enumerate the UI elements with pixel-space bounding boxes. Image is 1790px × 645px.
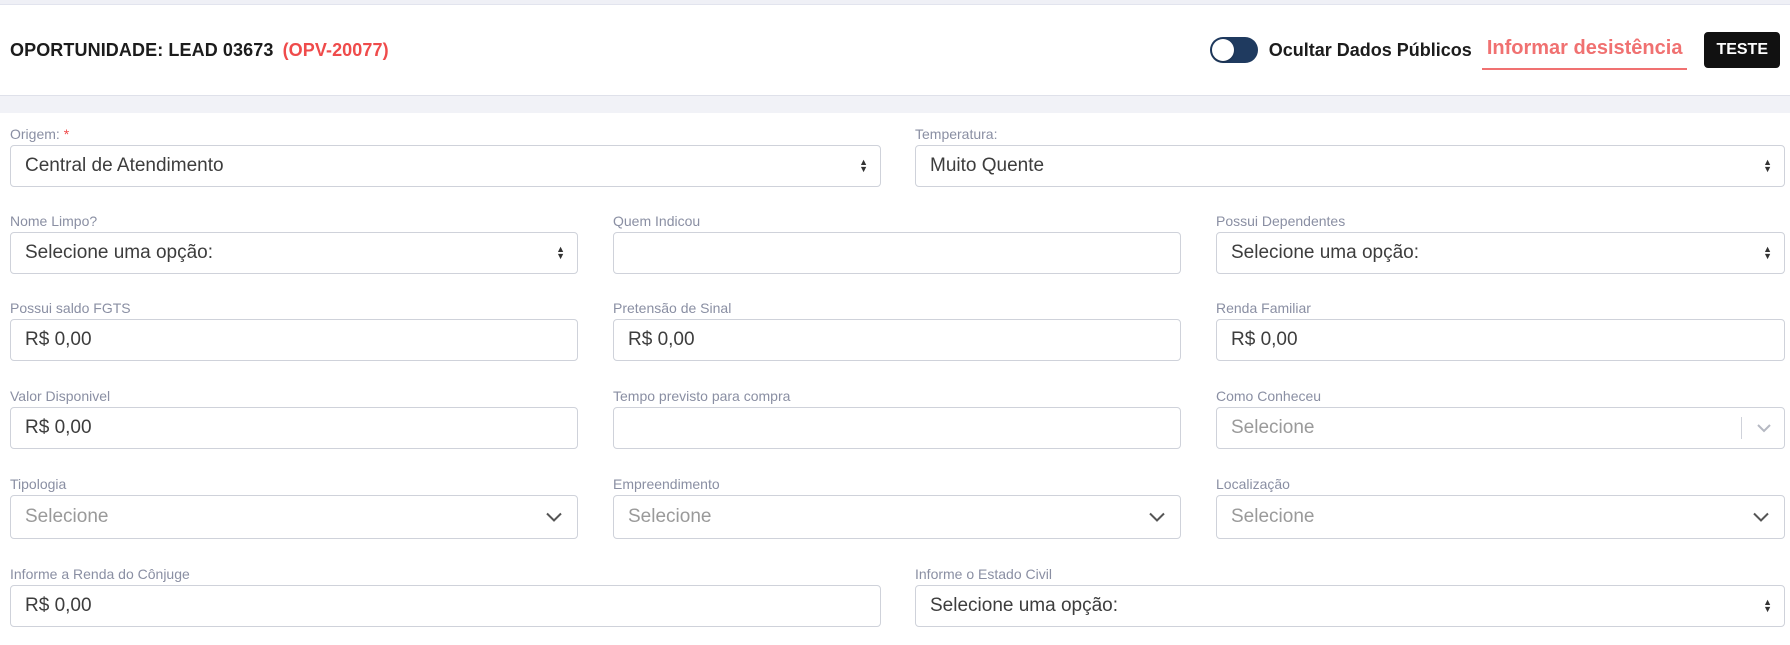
report-withdrawal-link[interactable]: Informar desistência [1481, 31, 1688, 70]
renda-familiar-input[interactable]: R$ 0,00 [1216, 319, 1785, 361]
section-gap [0, 96, 1790, 113]
pretensao-sinal-label: Pretensão de Sinal [613, 300, 732, 316]
chevron-down-icon [1757, 424, 1771, 433]
nome-limpo-value: Selecione uma opção: [25, 242, 214, 263]
valor-disponivel-input[interactable]: R$ 0,00 [10, 407, 578, 449]
renda-conjuge-value: R$ 0,00 [25, 595, 92, 616]
sort-arrows-icon: ▲ ▼ [1763, 597, 1772, 614]
tipologia-placeholder: Selecione [25, 506, 109, 527]
localizacao-placeholder: Selecione [1231, 506, 1315, 527]
temperatura-select[interactable]: Muito Quente ▲ ▼ [915, 145, 1785, 187]
possui-dependentes-label: Possui Dependentes [1216, 213, 1346, 229]
field-valor-disponivel: Valor Disponivel R$ 0,00 [10, 388, 578, 449]
localizacao-label: Localização [1216, 476, 1290, 492]
field-como-conheceu: Como Conheceu Selecione [1216, 388, 1785, 449]
hide-public-data-toggle[interactable] [1209, 37, 1258, 63]
pretensao-sinal-value: R$ 0,00 [628, 329, 695, 350]
como-conheceu-placeholder: Selecione [1231, 417, 1315, 438]
localizacao-select[interactable]: Selecione [1216, 495, 1785, 539]
field-origem: Origem: * Central de Atendimento ▲ ▼ [10, 126, 881, 187]
sort-arrows-icon: ▲ ▼ [1763, 244, 1772, 261]
empreendimento-select[interactable]: Selecione [613, 495, 1181, 539]
como-conheceu-label: Como Conheceu [1216, 388, 1322, 404]
teste-button[interactable]: TESTE [1704, 32, 1780, 68]
field-nome-limpo: Nome Limpo? Selecione uma opção: ▲ ▼ [10, 213, 578, 274]
field-estado-civil: Informe o Estado Civil Selecione uma opç… [915, 566, 1785, 627]
chevron-down-icon [1149, 512, 1165, 522]
field-tempo-previsto: Tempo previsto para compra [613, 388, 1181, 449]
tipologia-label: Tipologia [10, 476, 67, 492]
valor-disponivel-label: Valor Disponivel [10, 388, 111, 404]
nome-limpo-select[interactable]: Selecione uma opção: ▲ ▼ [10, 232, 578, 274]
field-temperatura: Temperatura: Muito Quente ▲ ▼ [915, 126, 1785, 187]
estado-civil-label: Informe o Estado Civil [915, 566, 1052, 582]
estado-civil-value: Selecione uma opção: [930, 595, 1119, 616]
empreendimento-placeholder: Selecione [628, 506, 712, 527]
renda-familiar-label: Renda Familiar [1216, 300, 1311, 316]
field-quem-indicou: Quem Indicou [613, 213, 1181, 274]
opportunity-code: (OPV-20077) [282, 39, 389, 60]
possui-dependentes-value: Selecione uma opção: [1231, 242, 1420, 263]
tipologia-select[interactable]: Selecione [10, 495, 578, 539]
tempo-previsto-input[interactable] [613, 407, 1181, 449]
temperatura-value: Muito Quente [930, 155, 1045, 176]
temperatura-label: Temperatura: [915, 126, 998, 142]
hide-public-data-label: Ocultar Dados Públicos [1268, 39, 1472, 60]
origem-label: Origem: * [10, 126, 70, 142]
origem-value: Central de Atendimento [25, 155, 224, 176]
tempo-previsto-label: Tempo previsto para compra [613, 388, 791, 404]
saldo-fgts-value: R$ 0,00 [25, 329, 92, 350]
field-possui-dependentes: Possui Dependentes Selecione uma opção: … [1216, 213, 1785, 274]
pretensao-sinal-input[interactable]: R$ 0,00 [613, 319, 1181, 361]
select-separator [1741, 417, 1742, 439]
como-conheceu-select[interactable]: Selecione [1216, 407, 1785, 449]
sort-arrows-icon: ▲ ▼ [1763, 157, 1772, 174]
toggle-knob [1211, 39, 1234, 61]
valor-disponivel-value: R$ 0,00 [25, 417, 92, 438]
field-localizacao: Localização Selecione [1216, 476, 1785, 539]
quem-indicou-label: Quem Indicou [613, 213, 701, 229]
estado-civil-select[interactable]: Selecione uma opção: ▲ ▼ [915, 585, 1785, 627]
sort-arrows-icon: ▲ ▼ [859, 157, 868, 174]
sort-arrows-icon: ▲ ▼ [556, 244, 565, 261]
header-actions: Ocultar Dados Públicos Informar desistên… [1209, 31, 1780, 70]
page-title: OPORTUNIDADE: LEAD 03673 (OPV-20077) [10, 40, 389, 61]
chevron-down-icon [1753, 512, 1769, 522]
renda-conjuge-input[interactable]: R$ 0,00 [10, 585, 881, 627]
possui-dependentes-select[interactable]: Selecione uma opção: ▲ ▼ [1216, 232, 1785, 274]
field-renda-conjuge: Informe a Renda do Cônjuge R$ 0,00 [10, 566, 881, 627]
field-empreendimento: Empreendimento Selecione [613, 476, 1181, 539]
field-saldo-fgts: Possui saldo FGTS R$ 0,00 [10, 300, 578, 361]
saldo-fgts-label: Possui saldo FGTS [10, 300, 131, 316]
field-renda-familiar: Renda Familiar R$ 0,00 [1216, 300, 1785, 361]
chevron-down-icon [546, 512, 562, 522]
opportunity-title: OPORTUNIDADE: LEAD 03673 [10, 39, 274, 60]
required-mark: * [63, 126, 70, 142]
origem-select[interactable]: Central de Atendimento ▲ ▼ [10, 145, 881, 187]
renda-familiar-value: R$ 0,00 [1231, 329, 1298, 350]
empreendimento-label: Empreendimento [613, 476, 720, 492]
field-pretensao-sinal: Pretensão de Sinal R$ 0,00 [613, 300, 1181, 361]
saldo-fgts-input[interactable]: R$ 0,00 [10, 319, 578, 361]
field-tipologia: Tipologia Selecione [10, 476, 578, 539]
quem-indicou-input[interactable] [613, 232, 1181, 274]
renda-conjuge-label: Informe a Renda do Cônjuge [10, 566, 190, 582]
page-header: OPORTUNIDADE: LEAD 03673 (OPV-20077) Ocu… [0, 5, 1790, 96]
nome-limpo-label: Nome Limpo? [10, 213, 98, 229]
